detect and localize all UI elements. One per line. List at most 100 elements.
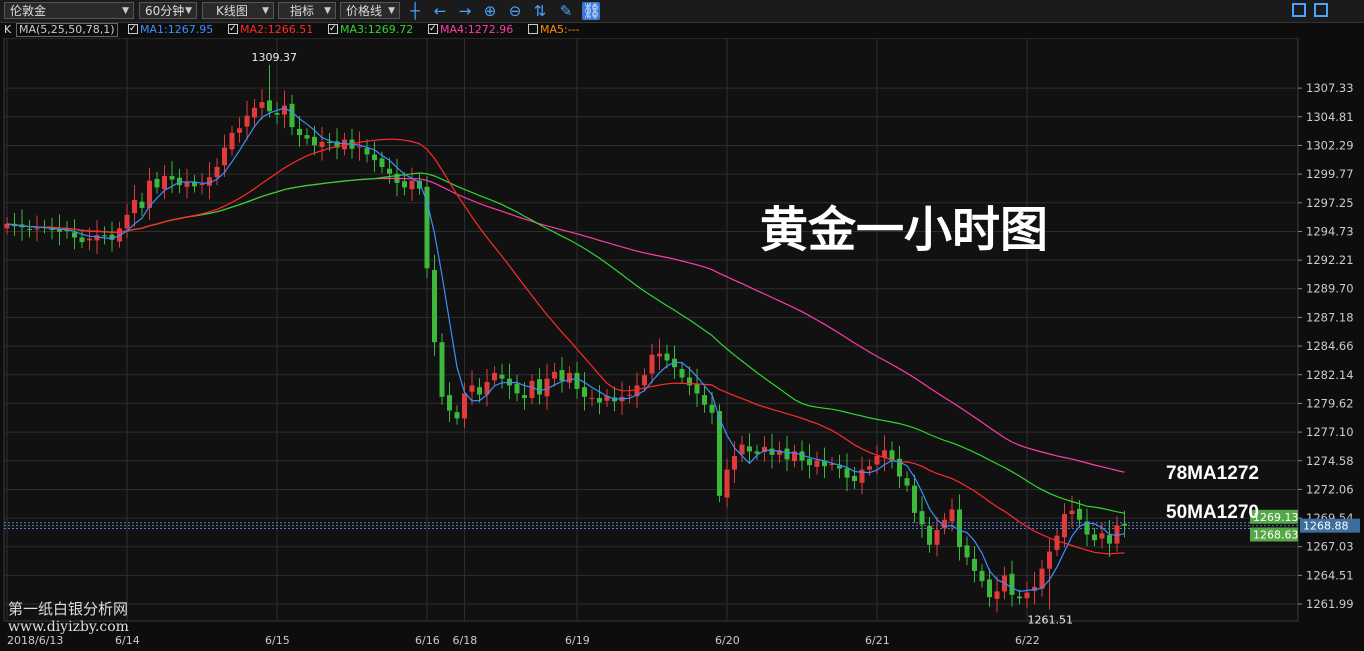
pen-icon[interactable]: ✎ (557, 2, 575, 20)
x-tick-label: 6/18 (453, 634, 478, 647)
legend-ma2[interactable]: MA2:1266.51 (228, 21, 313, 38)
candle-body (1069, 510, 1075, 515)
layout-icon[interactable] (1292, 3, 1306, 17)
candle-body (957, 509, 962, 548)
candle-body (132, 199, 137, 214)
candle-body (964, 545, 970, 558)
candle-body (724, 469, 730, 498)
candle-body (267, 100, 272, 112)
candle-body (282, 105, 287, 115)
candle-body (582, 387, 587, 397)
candle-body (154, 178, 160, 188)
legend-ma5[interactable]: MA5:--- (528, 22, 580, 38)
chevron-down-icon: ▼ (388, 6, 395, 16)
candle-body (357, 146, 362, 148)
y-tick-label: 1261.99 (1306, 597, 1354, 611)
y-tick-label: 1297.25 (1306, 196, 1354, 210)
candle-body (27, 228, 32, 230)
checkbox-icon (228, 21, 238, 37)
price-line-value: 价格线 (346, 4, 383, 18)
y-tick-label: 1299.77 (1306, 167, 1354, 181)
checkbox-icon (528, 24, 538, 34)
candle-body (222, 147, 227, 166)
candle-body (229, 132, 235, 150)
candle-body (237, 128, 242, 133)
page-icon[interactable] (1314, 3, 1328, 17)
candle-body (529, 380, 535, 398)
candle-body (1054, 535, 1060, 550)
chevron-down-icon: ▼ (324, 6, 331, 16)
candle-body (784, 448, 790, 460)
label-50ma: 50MA1270 (1166, 502, 1259, 523)
candle-body (1047, 551, 1052, 569)
candle-body (747, 446, 752, 452)
y-tick-label: 1284.66 (1306, 339, 1354, 353)
candle-body (934, 529, 940, 545)
candle-body (1077, 508, 1082, 520)
candle-body (447, 395, 452, 411)
x-tick-label: 6/15 (265, 634, 290, 647)
candle-body (514, 383, 520, 394)
candle-body (904, 478, 910, 486)
high-price-label: 1309.37 (252, 51, 298, 64)
candle-body (874, 456, 880, 465)
candle-body (574, 372, 580, 389)
arrow-right-icon[interactable]: → (456, 2, 474, 20)
legend-ma1[interactable]: MA1:1267.95 (128, 21, 213, 38)
candle-body (87, 238, 92, 241)
x-tick-label: 6/19 (565, 634, 590, 647)
candle-body (94, 235, 100, 241)
candle-body (1009, 573, 1015, 595)
candle-body (432, 269, 437, 343)
candle-body (319, 141, 325, 148)
y-tick-label: 1302.29 (1306, 138, 1354, 152)
crosshair-icon[interactable]: ┼ (406, 2, 424, 20)
candle-body (994, 591, 1000, 599)
candle-body (567, 372, 572, 383)
candle-body (979, 570, 985, 582)
y-tick-label: 1307.33 (1306, 81, 1354, 95)
price-line-select[interactable]: 价格线 ▼ (340, 2, 400, 19)
instrument-select[interactable]: 伦敦金 ▼ (4, 2, 134, 19)
candle-body (34, 228, 40, 230)
candle-body (499, 374, 505, 379)
legend-ma-params[interactable]: MA(5,25,50,78,1) (16, 23, 118, 37)
candle-body (702, 395, 707, 405)
x-tick-label: 6/14 (115, 634, 140, 647)
zoom-in-icon[interactable]: ⊕ (481, 2, 499, 20)
candle-body (522, 395, 527, 398)
arrow-left-icon[interactable]: ← (431, 2, 449, 20)
zoom-out-icon[interactable]: ⊖ (506, 2, 524, 20)
candle-body (409, 180, 415, 190)
candle-body (402, 181, 407, 188)
candle-body (124, 214, 130, 229)
price-badge-label: 1268.63 (1253, 528, 1299, 541)
candle-body (1092, 534, 1097, 541)
legend-ma3-text: MA3:1269.72 (340, 23, 414, 36)
x-tick-label: 2018/6/13 (7, 634, 63, 647)
x-tick-label: 6/21 (865, 634, 890, 647)
candle-body (657, 353, 662, 357)
link-icon[interactable]: ⛓ (582, 2, 601, 20)
y-tick-label: 1274.58 (1306, 454, 1354, 468)
candlestick-chart[interactable]: 1307.33 1304.81 1302.29 1299.77 1297.25 1294.… (0, 38, 1364, 651)
period-select[interactable]: 60分钟 ▼ (139, 2, 197, 19)
indicator-select[interactable]: 指标 ▼ (278, 2, 336, 19)
candle-body (664, 353, 670, 361)
y-tick-label: 1292.21 (1306, 253, 1354, 267)
legend-ma4[interactable]: MA4:1272.96 (428, 21, 513, 38)
checkbox-icon (428, 21, 438, 37)
candle-body (507, 378, 512, 386)
legend-ma3[interactable]: MA3:1269.72 (328, 21, 414, 38)
candle-body (297, 128, 302, 136)
candle-body (739, 444, 745, 455)
axis-icon[interactable]: ⇅ (531, 2, 549, 20)
label-78ma: 78MA1272 (1166, 463, 1259, 484)
y-tick-label: 1282.14 (1306, 368, 1354, 382)
candle-body (912, 485, 917, 513)
candle-body (1099, 533, 1105, 539)
chart-type-select[interactable]: K线图 ▼ (202, 2, 274, 19)
candle-body (972, 558, 977, 571)
low-price-label: 1261.51 (1028, 614, 1074, 627)
candle-body (1024, 592, 1030, 599)
